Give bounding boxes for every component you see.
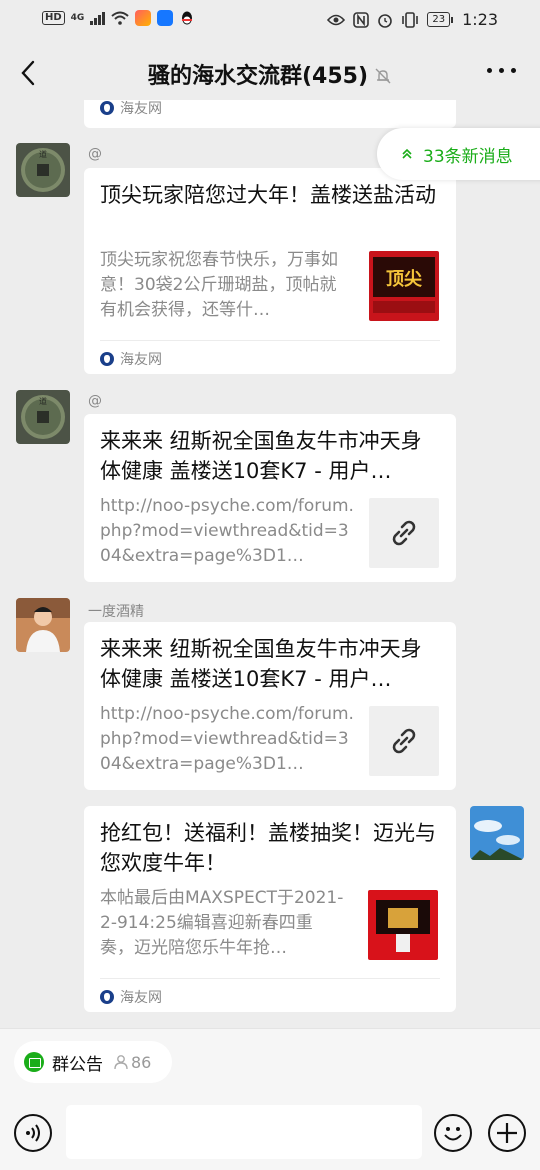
source-label: 海友网 xyxy=(120,352,162,368)
sender-name: @ xyxy=(88,146,102,162)
input-bar xyxy=(0,1099,540,1170)
notice-icon xyxy=(24,1052,44,1072)
sender-name: 一度酒精 xyxy=(88,604,144,620)
plus-icon xyxy=(497,1123,517,1143)
more-functions-button[interactable] xyxy=(488,1114,526,1152)
haiyou-logo-icon xyxy=(100,990,114,1004)
link-icon xyxy=(392,728,416,754)
svg-text:道: 道 xyxy=(39,396,47,406)
message-card[interactable]: 海友网 xyxy=(84,100,456,128)
card-title: 抢红包！送福利！盖楼抽奖！迈光与您欢度牛年！ xyxy=(100,821,436,875)
coin-avatar-icon: 道 xyxy=(16,390,70,444)
message-card[interactable]: 来来来 纽斯祝全国鱼友牛市冲天身体健康 盖楼送10套K7 - 用户… http:… xyxy=(84,414,456,582)
my-avatar[interactable] xyxy=(470,806,524,860)
person-avatar-icon xyxy=(16,598,70,652)
haiyou-logo-icon xyxy=(100,101,114,115)
link-thumbnail xyxy=(369,706,439,776)
message-card[interactable]: 顶尖玩家陪您过大年！盖楼送盐活动 顶尖玩家祝您春节快乐，万事如意！30袋2公斤珊… xyxy=(84,168,456,374)
group-notice-label: 群公告 xyxy=(52,1054,103,1075)
network-type: 4G xyxy=(70,13,85,23)
card-source: 海友网 xyxy=(100,340,440,369)
card-source: 海友网 xyxy=(100,978,440,1007)
new-messages-label: 33条新消息 xyxy=(423,146,513,167)
card-description: 本帖最后由MAXSPECT于2021-2-914:25编辑喜迎新春四重奏，迈光陪… xyxy=(100,888,344,958)
message-card[interactable]: 来来来 纽斯祝全国鱼友牛市冲天身体健康 盖楼送10套K7 - 用户… http:… xyxy=(84,622,456,790)
new-messages-button[interactable]: 33条新消息 xyxy=(377,128,540,180)
card-title: 来来来 纽斯祝全国鱼友牛市冲天身体健康 盖楼送10套K7 - 用户… xyxy=(100,637,422,691)
promo-image-icon: 顶尖 xyxy=(369,251,439,321)
mute-bell-icon xyxy=(375,68,391,84)
alipay-icon xyxy=(157,10,174,26)
bottom-panel: 群公告 86 xyxy=(0,1028,540,1170)
sender-name: @ xyxy=(88,393,102,409)
chat-area[interactable]: 海友网 道 @ 顶尖玩家陪您过大年！盖楼送盐活动 顶尖玩家祝您春节快乐，万事如意… xyxy=(0,100,540,1028)
link-icon xyxy=(392,520,416,546)
chat-title: 骚的海水交流群(455) xyxy=(147,64,369,89)
vibrate-icon xyxy=(402,11,419,28)
haiyou-logo-icon xyxy=(100,352,114,366)
voice-button[interactable] xyxy=(14,1114,52,1152)
signal-icon xyxy=(90,11,106,25)
double-chevron-up-icon xyxy=(402,148,412,159)
qq-icon xyxy=(182,11,193,25)
chat-title-wrap: 骚的海水交流群(455) xyxy=(0,58,540,90)
status-left: HD 4G xyxy=(42,10,195,26)
card-source: 海友网 xyxy=(100,100,440,118)
battery-icon: 23 xyxy=(427,12,453,27)
avatar[interactable]: 道 xyxy=(16,390,70,444)
voice-icon xyxy=(26,1124,40,1142)
coin-avatar-icon: 道 xyxy=(16,143,70,197)
clock: 1:23 xyxy=(462,10,498,29)
sky-avatar-icon xyxy=(470,806,524,860)
status-right: 23 1:23 xyxy=(327,10,498,29)
link-thumbnail xyxy=(369,498,439,568)
notice-count-value: 86 xyxy=(131,1052,152,1072)
source-label: 海友网 xyxy=(120,990,162,1006)
avatar[interactable] xyxy=(16,598,70,652)
card-description: http://noo-psyche.com/forum.php?mod=view… xyxy=(100,704,354,774)
card-title: 顶尖玩家陪您过大年！盖楼送盐活动 xyxy=(100,183,436,207)
person-icon xyxy=(114,1055,128,1070)
smile-icon xyxy=(444,1127,462,1141)
card-description: 顶尖玩家祝您春节快乐，万事如意！30袋2公斤珊瑚盐，顶帖就有机会获得，还等什… xyxy=(100,250,338,320)
card-title: 来来来 纽斯祝全国鱼友牛市冲天身体健康 盖楼送10套K7 - 用户… xyxy=(100,429,422,483)
emoji-button[interactable] xyxy=(434,1114,472,1152)
wifi-icon xyxy=(111,11,129,25)
message-card[interactable]: 抢红包！送福利！盖楼抽奖！迈光与您欢度牛年！ 本帖最后由MAXSPECT于202… xyxy=(84,806,456,1012)
hd-badge: HD xyxy=(42,11,65,25)
more-button[interactable] xyxy=(487,68,516,73)
app-notification-icon xyxy=(135,10,152,26)
avatar[interactable]: 道 xyxy=(16,143,70,197)
svg-text:道: 道 xyxy=(39,149,47,159)
eye-icon xyxy=(327,14,346,25)
card-thumbnail: 顶尖 xyxy=(369,251,439,321)
message-input[interactable] xyxy=(66,1105,422,1159)
nfc-icon xyxy=(353,11,370,28)
card-thumbnail xyxy=(368,890,438,960)
svg-text:顶尖: 顶尖 xyxy=(386,268,422,290)
notice-read-count: 86 xyxy=(113,1053,151,1072)
alarm-icon xyxy=(378,13,393,28)
source-label: 海友网 xyxy=(120,101,162,117)
group-notice-button[interactable]: 群公告 86 xyxy=(14,1041,172,1083)
promo-image-icon xyxy=(368,890,438,960)
card-description: http://noo-psyche.com/forum.php?mod=view… xyxy=(100,496,354,566)
chat-header: 骚的海水交流群(455) xyxy=(0,40,540,108)
status-bar: HD 4G 23 1:23 xyxy=(0,0,540,40)
